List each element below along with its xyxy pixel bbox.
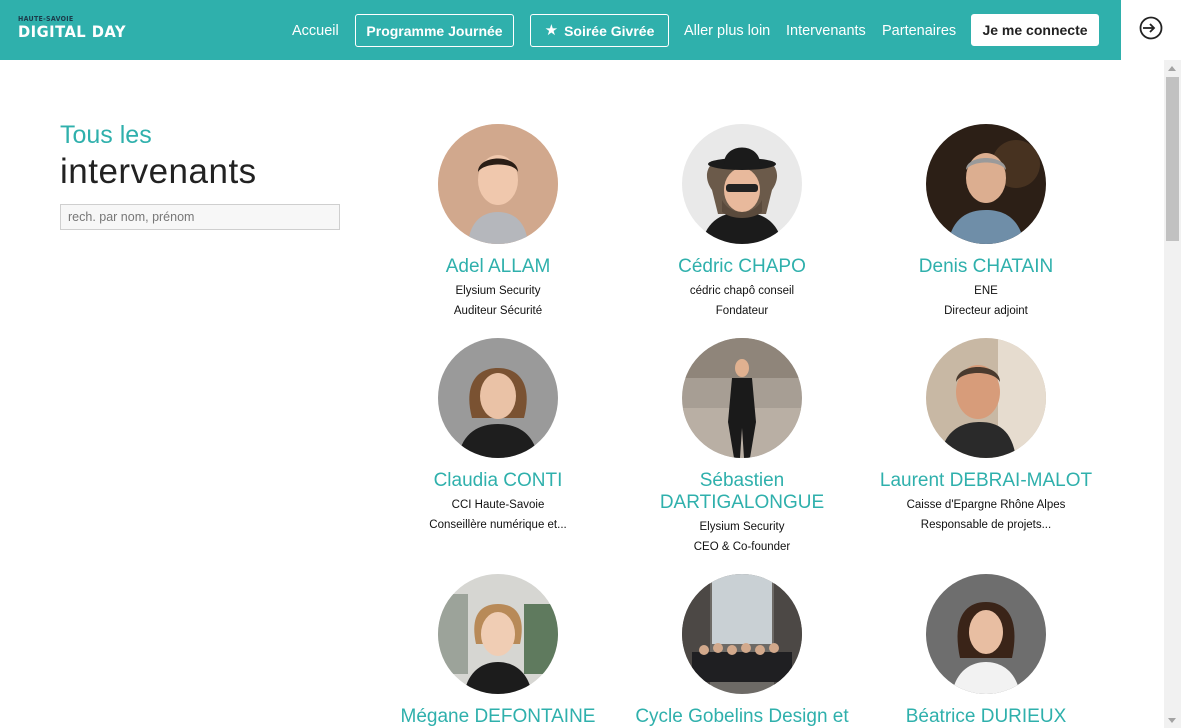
speaker-role: CEO & Co-founder	[693, 541, 791, 553]
speaker-name[interactable]: Denis CHATAIN	[866, 256, 1106, 278]
speaker-name[interactable]: Laurent DEBRAI-MALOT	[866, 470, 1106, 492]
speaker-company: ENE	[974, 285, 998, 297]
page-scrollbar[interactable]	[1164, 60, 1181, 728]
speaker-photo[interactable]	[926, 124, 1046, 244]
logo-title: DIGITAL DAY	[18, 22, 126, 41]
page-title-line1: Tous les	[60, 121, 152, 149]
speaker-name[interactable]: Cycle Gobelins Design et	[622, 706, 862, 728]
speaker-role: Auditeur Sécurité	[453, 305, 543, 317]
login-button[interactable]: Je me connecte	[971, 14, 1099, 46]
speaker-card[interactable]: Denis CHATAIN ENE Directeur adjoint	[866, 124, 1106, 318]
speaker-photo[interactable]	[438, 124, 558, 244]
speaker-role: Conseillère numérique et...	[429, 519, 567, 531]
speaker-photo[interactable]	[438, 574, 558, 694]
speaker-card[interactable]: Sébastien DARTIGALONGUE Elysium Security…	[622, 338, 862, 554]
speaker-name[interactable]: Adel ALLAM	[378, 256, 618, 278]
scroll-down-icon[interactable]	[1168, 718, 1176, 723]
nav-programme-button[interactable]: Programme Journée	[355, 14, 514, 47]
speaker-company: Elysium Security	[699, 521, 785, 533]
page-title-line2: intervenants	[60, 152, 257, 191]
speaker-company: Elysium Security	[455, 285, 541, 297]
sign-in-icon[interactable]	[1138, 15, 1164, 46]
speaker-name[interactable]: Claudia CONTI	[378, 470, 618, 492]
nav-partenaires[interactable]: Partenaires	[882, 22, 956, 40]
speaker-name[interactable]: Mégane DEFONTAINE	[378, 706, 618, 728]
scroll-up-icon[interactable]	[1168, 66, 1176, 71]
speaker-card[interactable]: Adel ALLAM Elysium Security Auditeur Séc…	[378, 124, 618, 318]
speaker-photo[interactable]	[438, 338, 558, 458]
speaker-role: Fondateur	[715, 305, 769, 317]
nav-programme-label: Programme Journée	[366, 22, 503, 39]
nav-accueil[interactable]: Accueil	[292, 22, 339, 40]
speaker-name[interactable]: Béatrice DURIEUX	[866, 706, 1106, 728]
star-icon: ★	[544, 22, 559, 39]
speaker-photo[interactable]	[682, 338, 802, 458]
speaker-card[interactable]: Claudia CONTI CCI Haute-Savoie Conseillè…	[378, 338, 618, 532]
speaker-company: CCI Haute-Savoie	[451, 499, 545, 511]
speaker-photo[interactable]	[682, 574, 802, 694]
speaker-role: Directeur adjoint	[944, 305, 1028, 317]
nav-soiree-label: Soirée Givrée	[564, 22, 655, 39]
speaker-photo[interactable]	[926, 574, 1046, 694]
nav-soiree-button[interactable]: ★ Soirée Givrée	[530, 14, 669, 47]
nav-aller-plus-loin[interactable]: Aller plus loin	[684, 22, 770, 40]
top-navbar: HAUTE-SAVOIE DIGITAL DAY Accueil Program…	[0, 0, 1121, 60]
speaker-card[interactable]: Laurent DEBRAI-MALOT Caisse d'Epargne Rh…	[866, 338, 1106, 532]
speaker-name[interactable]: Cédric CHAPO	[622, 256, 862, 278]
speaker-company: Caisse d'Epargne Rhône Alpes	[906, 499, 1066, 511]
speaker-role: Responsable de projets...	[920, 519, 1052, 531]
speaker-card[interactable]: Mégane DEFONTAINE	[378, 574, 618, 728]
speaker-photo[interactable]	[682, 124, 802, 244]
sign-in-panel	[1121, 0, 1181, 60]
speaker-company: cédric chapô conseil	[689, 285, 795, 297]
speaker-card[interactable]: Béatrice DURIEUX	[866, 574, 1106, 728]
speaker-photo[interactable]	[926, 338, 1046, 458]
speaker-name[interactable]: Sébastien DARTIGALONGUE	[622, 470, 862, 514]
scrollbar-thumb[interactable]	[1166, 77, 1179, 241]
speaker-card[interactable]: Cédric CHAPO cédric chapô conseil Fondat…	[622, 124, 862, 318]
speaker-card[interactable]: Cycle Gobelins Design et	[622, 574, 862, 728]
site-logo[interactable]: HAUTE-SAVOIE DIGITAL DAY	[18, 15, 135, 41]
nav-intervenants[interactable]: Intervenants	[786, 22, 866, 40]
search-input[interactable]	[60, 204, 340, 230]
login-label: Je me connecte	[982, 22, 1088, 38]
